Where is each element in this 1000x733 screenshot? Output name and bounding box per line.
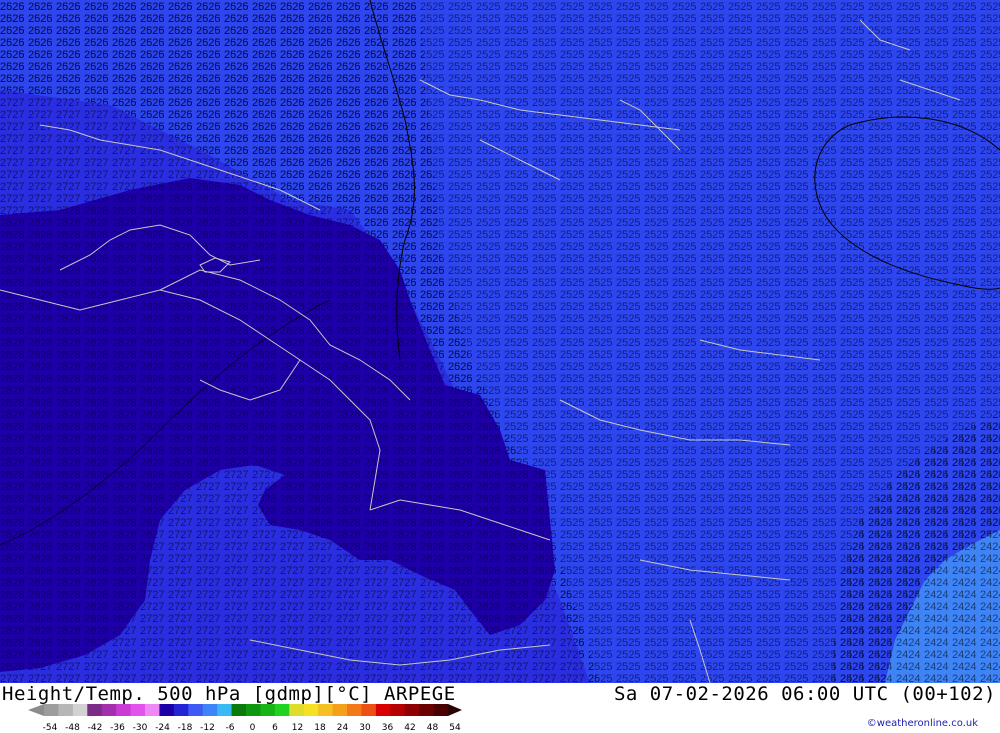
scale-swatch [260,704,276,716]
color-scale-ticks: -54 -48 -42 -36 -30 -24 -18 -12 -6 0 6 12 18 24 30 36 42… [43,723,461,733]
scale-swatch [375,704,391,716]
scale-tick-label: 18 [314,723,326,733]
scale-swatch [390,704,406,716]
scale-swatch [303,704,319,716]
scale-swatch [246,704,261,716]
scale-tick-label: -30 [133,723,148,733]
scale-swatch [173,704,189,716]
scale-tick-label: 36 [382,723,394,733]
scale-swatch [419,704,435,716]
scale-arrow-left [28,704,44,716]
scale-swatch [116,704,132,716]
source-credit[interactable]: ©weatheronline.co.uk [867,718,978,729]
scale-swatch [188,704,204,716]
scale-swatch [274,704,290,716]
scale-tick-label: 30 [359,723,371,733]
scale-tick-label: 0 [250,723,256,733]
scale-tick-label: -6 [226,723,235,733]
weather-map: 2626 2525 2727 2828 2424 [0,0,1000,683]
scale-tick-label: 12 [292,723,303,733]
scale-swatch [289,704,305,716]
color-scale-bar [28,704,462,716]
scale-tick-label: -54 [43,723,58,733]
scale-tick-label: -18 [178,723,193,733]
map-datetime: Sa 07-02-2026 06:00 UTC (00+102) [613,683,996,705]
scale-swatch [44,704,59,716]
scale-swatch [404,704,420,716]
scale-swatch [58,704,74,716]
scale-tick-label: 24 [337,723,349,733]
scale-swatch [202,704,218,716]
color-scale-legend: -54 -48 -42 -36 -30 -24 -18 -12 -6 0 6 12 18 24 30 36 42… [28,704,462,733]
scale-tick-label: 6 [272,723,278,733]
scale-tick-label: 42 [404,723,415,733]
scale-swatch [159,704,175,716]
scale-swatch [231,704,247,716]
scale-swatch [130,704,146,716]
scale-tick-label: -12 [200,723,215,733]
map-footer: Height/Temp. 500 hPa [gdmp][°C] ARPEGE S… [0,683,1000,733]
scale-tick-label: -24 [155,723,170,733]
scale-swatch [347,704,362,716]
scale-tick-label: 48 [427,723,439,733]
scale-swatch [101,704,117,716]
scale-tick-label: -42 [88,723,103,733]
scale-swatch [332,704,348,716]
scale-swatch [145,704,160,716]
scale-tick-label: -36 [110,723,125,733]
scale-swatch [217,704,233,716]
scale-swatch [433,704,449,716]
scale-tick-label: -48 [65,723,80,733]
scale-swatch [72,704,88,716]
map-title: Height/Temp. 500 hPa [gdmp][°C] ARPEGE [2,683,456,705]
scale-swatch [361,704,377,716]
scale-tick-label: 54 [449,723,461,733]
scale-swatch [318,704,334,716]
scale-swatch [87,704,103,716]
scale-arrow-right [448,704,462,716]
